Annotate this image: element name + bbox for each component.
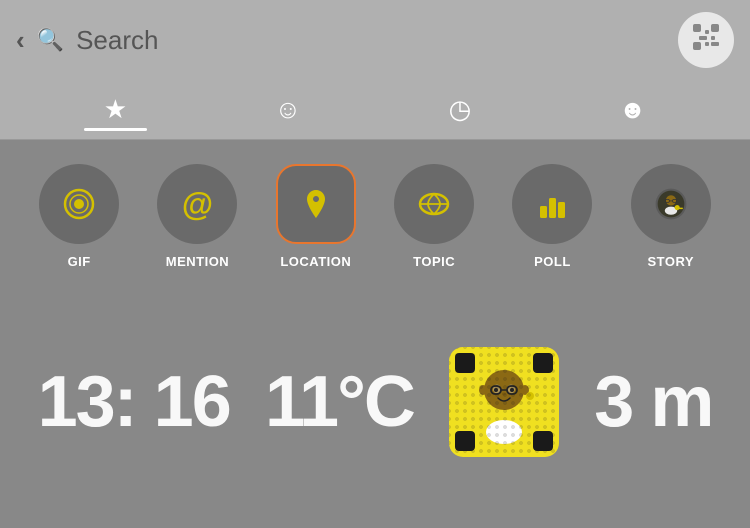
filter-mention[interactable]: @ MENTION xyxy=(157,164,237,269)
temp-display: 11°C xyxy=(265,361,414,443)
poll-circle xyxy=(512,164,592,244)
mention-circle: @ xyxy=(157,164,237,244)
filter-location[interactable]: LOCATION xyxy=(276,164,356,269)
poll-label: POLL xyxy=(534,254,571,269)
time-display: 13: 16 xyxy=(38,361,230,443)
filter-topic[interactable]: TOPIC xyxy=(394,164,474,269)
at-icon: @ xyxy=(182,186,213,223)
tab-recent[interactable]: ◷ xyxy=(429,94,492,131)
filter-poll[interactable]: POLL xyxy=(512,164,592,269)
location-circle xyxy=(276,164,356,244)
tab-friends[interactable]: ☺ xyxy=(255,94,322,131)
filters-row: GIF @ MENTION LOCATION xyxy=(0,140,750,285)
bottom-row: 13: 16 11°C xyxy=(0,285,750,528)
tab-favorites[interactable]: ★ xyxy=(84,94,147,131)
mention-label: MENTION xyxy=(166,254,229,269)
gif-label: GIF xyxy=(68,254,91,269)
search-icon: 🔍 xyxy=(37,27,64,53)
tab-subscriptions[interactable]: ☻ xyxy=(599,94,666,131)
back-button[interactable]: ‹ xyxy=(16,27,25,53)
story-label: STORY xyxy=(648,254,695,269)
corner-tl xyxy=(455,353,475,373)
corner-bl xyxy=(455,431,475,451)
header: ‹ 🔍 Search xyxy=(0,0,750,80)
smiley-icon: ☺ xyxy=(275,94,302,125)
snapcode-button[interactable] xyxy=(678,12,734,68)
face-icon: ☻ xyxy=(619,94,646,125)
story-circle xyxy=(631,164,711,244)
search-label[interactable]: Search xyxy=(76,25,158,56)
corner-tr xyxy=(533,353,553,373)
gif-circle xyxy=(39,164,119,244)
filter-gif[interactable]: GIF xyxy=(39,164,119,269)
topic-label: TOPIC xyxy=(413,254,455,269)
header-left: ‹ 🔍 Search xyxy=(16,25,158,56)
location-label: LOCATION xyxy=(280,254,351,269)
distance-display: 3 m xyxy=(594,361,712,443)
snapcode-icon xyxy=(691,22,721,58)
tabs-row: ★ ☺ ◷ ☻ xyxy=(0,80,750,140)
main-content: GIF @ MENTION LOCATION xyxy=(0,140,750,528)
corner-br xyxy=(533,431,553,451)
topic-circle xyxy=(394,164,474,244)
snapcode-center[interactable] xyxy=(449,347,559,457)
star-icon: ★ xyxy=(104,94,127,125)
filter-story[interactable]: STORY xyxy=(631,164,711,269)
clock-icon: ◷ xyxy=(449,94,472,125)
